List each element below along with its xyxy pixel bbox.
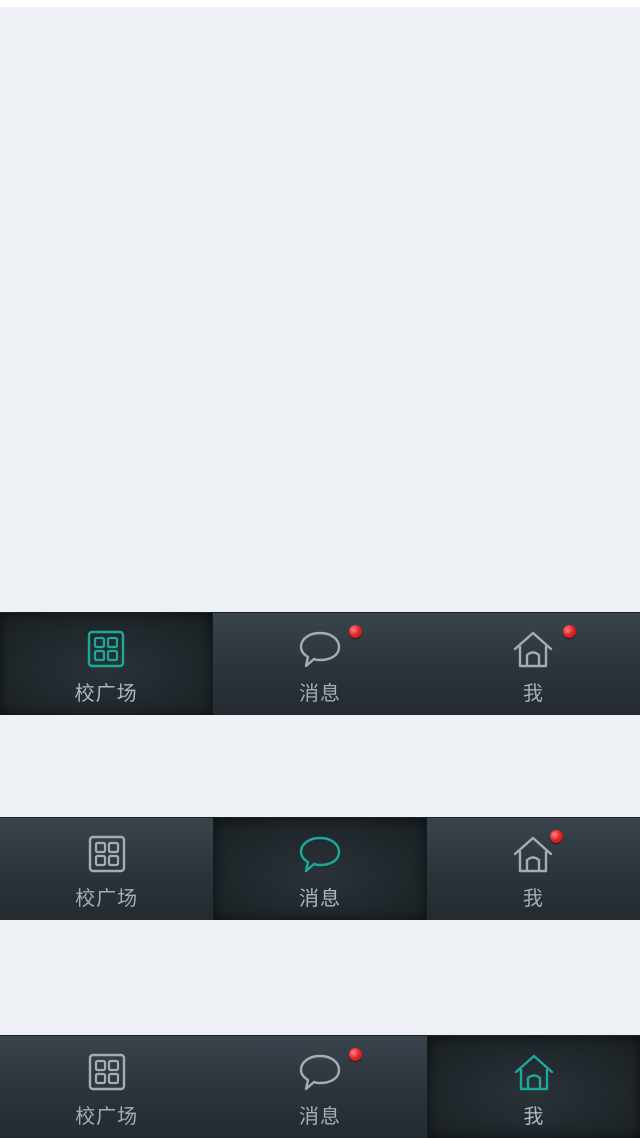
tab-me-label: 我: [522, 681, 544, 705]
messages-badge-dot: [349, 1048, 363, 1061]
tab-me[interactable]: 我: [427, 613, 640, 715]
tab-bar-me-active: 校广场 消息 我: [0, 1035, 640, 1138]
chat-bubble-icon: [298, 834, 342, 874]
tab-bar-square-active: 校广场 消息 我: [0, 612, 640, 715]
tab-square-label: 校广场: [75, 1104, 139, 1128]
home-icon: [511, 834, 555, 874]
home-icon: [512, 1052, 556, 1092]
tab-messages-label: 消息: [298, 1104, 341, 1128]
tab-square[interactable]: 校广场: [0, 613, 214, 715]
grid-icon: [85, 834, 129, 874]
tab-square-label: 校广场: [75, 886, 139, 910]
tab-me[interactable]: 我: [427, 818, 640, 920]
tab-messages[interactable]: 消息: [213, 818, 427, 920]
top-strip: [0, 0, 640, 7]
chat-bubble-icon: [298, 1052, 342, 1092]
tab-square[interactable]: 校广场: [0, 818, 213, 920]
tab-messages-label: 消息: [298, 886, 341, 910]
tab-square[interactable]: 校广场: [0, 1036, 213, 1138]
messages-badge-dot: [349, 625, 363, 638]
grid-icon: [84, 629, 128, 669]
me-badge-dot: [562, 625, 576, 638]
chat-bubble-icon: [298, 629, 342, 669]
home-icon: [511, 629, 555, 669]
tab-me-label: 我: [522, 886, 544, 910]
me-badge-dot: [549, 830, 563, 843]
tab-me-label: 我: [523, 1104, 545, 1128]
tab-messages[interactable]: 消息: [213, 613, 426, 715]
tab-messages[interactable]: 消息: [213, 1036, 426, 1138]
tab-bar-messages-active: 校广场 消息 我: [0, 817, 640, 920]
tab-square-label: 校广场: [74, 681, 138, 705]
tab-messages-label: 消息: [298, 681, 341, 705]
tab-me[interactable]: 我: [426, 1036, 640, 1138]
grid-icon: [85, 1052, 129, 1092]
